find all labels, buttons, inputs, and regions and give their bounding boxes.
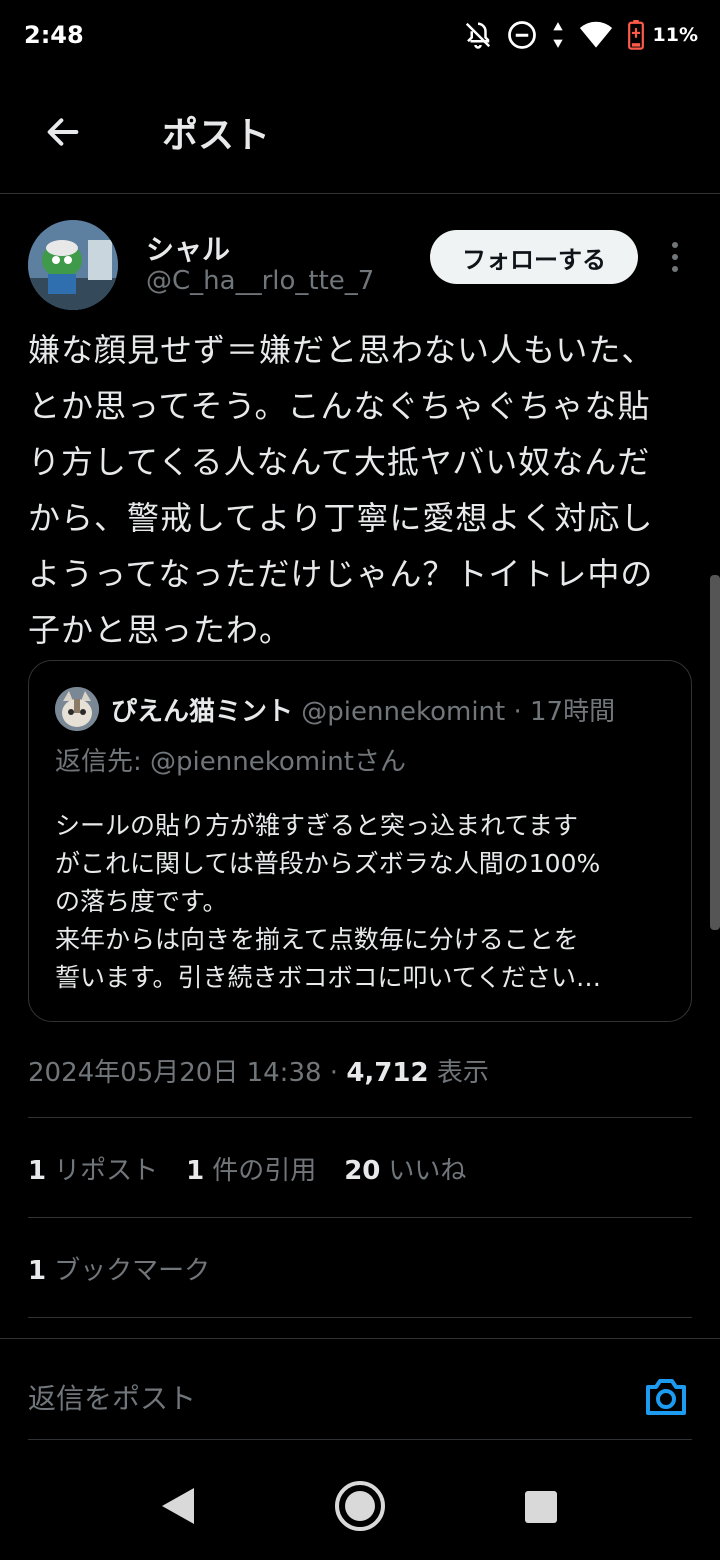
engagement-stats: 1 リポスト 1 件の引用 20 いいね [28, 1150, 466, 1187]
reposts-stat[interactable]: 1 リポスト [28, 1150, 158, 1187]
nav-recents-button[interactable] [524, 1490, 558, 1528]
quotes-stat[interactable]: 1 件の引用 [186, 1150, 316, 1187]
battery-percent: 11% [652, 24, 698, 46]
system-nav-bar [0, 1460, 720, 1560]
status-bar: 2:48 11% [0, 0, 720, 70]
home-circle-icon [335, 1481, 385, 1531]
post-text: 嫌な顔見せず＝嫌だと思わない人もいた、 とか思ってそう。こんなぐちゃぐちゃな貼 … [28, 331, 655, 649]
quote-text: シールの貼り方が雑すぎると突っ込まれてます がこれに関しては普段からズボラな人間… [55, 811, 602, 992]
top-app-bar: ポスト [0, 70, 720, 194]
status-icons: 11% [463, 20, 698, 50]
avatar-image [28, 220, 118, 310]
follow-button[interactable]: フォローする [430, 230, 638, 284]
view-count[interactable]: 4,712 [346, 1058, 428, 1088]
divider [28, 1117, 692, 1118]
more-vertical-icon[interactable] [662, 232, 688, 282]
square-recents-icon [525, 1491, 557, 1523]
battery-icon [627, 20, 644, 50]
reply-input[interactable]: 返信をポスト [28, 1377, 196, 1417]
post-datetime: 2024年05月20日 14:38 · [28, 1058, 347, 1088]
bookmarks-stat: 1 ブックマーク [28, 1256, 211, 1286]
triangle-back-icon [162, 1488, 194, 1524]
quote-author-name: ぴえん猫ミント [111, 697, 294, 727]
view-label: 表示 [428, 1058, 489, 1088]
author-handle[interactable]: @C_ha__rlo_tte_7 [146, 266, 374, 296]
post-author: シャル @C_ha__rlo_tte_7 フォローする [28, 220, 692, 312]
nav-back-button[interactable] [160, 1486, 196, 1530]
divider [28, 1217, 692, 1218]
do-not-disturb-icon [507, 21, 536, 49]
quote-reply-to: 返信先: @piennekomintさん [55, 747, 406, 777]
arrow-left-icon [47, 117, 79, 146]
data-arrows-icon [552, 22, 563, 48]
quote-time: · 17時間 [513, 697, 616, 727]
camera-icon[interactable] [642, 1375, 690, 1419]
author-avatar[interactable] [28, 220, 118, 310]
quote-author-handle: @piennekomint [301, 697, 506, 727]
reply-bar: 返信をポスト [0, 1338, 720, 1440]
quote-avatar [55, 687, 99, 731]
scrollbar[interactable] [710, 575, 720, 930]
cat-avatar-image [55, 687, 99, 731]
nav-home-button[interactable] [334, 1480, 386, 1536]
divider [28, 1317, 692, 1318]
reply-underline [28, 1439, 692, 1440]
author-name[interactable]: シャル [146, 228, 230, 268]
quoted-post[interactable]: ぴえん猫ミント @piennekomint · 17時間 返信先: @pienn… [28, 660, 692, 1022]
status-time: 2:48 [24, 21, 84, 49]
page-title: ポスト [162, 114, 271, 156]
wifi-icon [579, 21, 612, 48]
back-button[interactable] [28, 97, 98, 167]
notifications-off-icon [465, 22, 490, 49]
quote-header: ぴえん猫ミント @piennekomint · 17時間 [111, 691, 615, 728]
likes-stat[interactable]: 20 いいね [344, 1150, 466, 1187]
post-meta: 2024年05月20日 14:38 · 4,712 表示 [28, 1052, 489, 1089]
